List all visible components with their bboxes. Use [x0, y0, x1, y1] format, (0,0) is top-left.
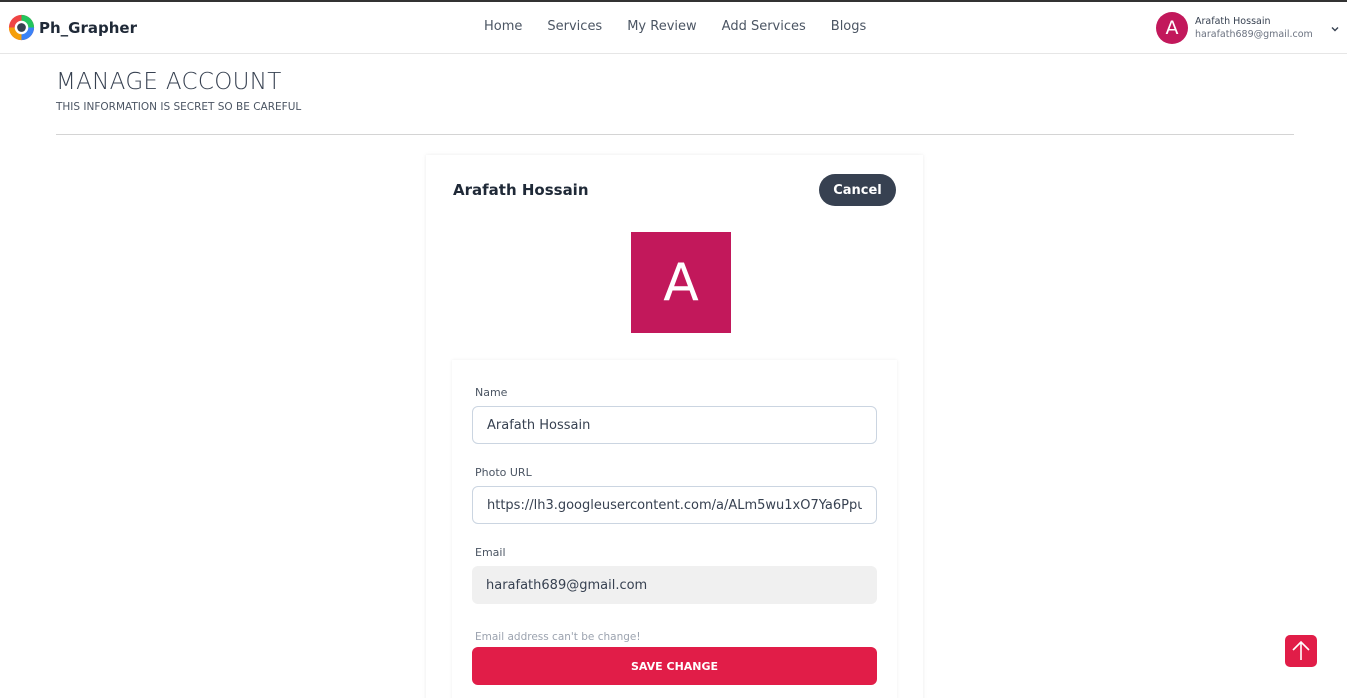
card-user-name: Arafath Hossain [453, 181, 589, 199]
navbar: Ph_Grapher Home Services My Review Add S… [0, 2, 1347, 54]
divider [56, 134, 1294, 135]
user-meta: Arafath Hossain harafath689@gmail.com [1195, 15, 1313, 41]
user-menu[interactable]: A Arafath Hossain harafath689@gmail.com [1156, 12, 1339, 44]
account-form: Name Photo URL Email Email address can't… [452, 360, 897, 698]
account-card: Arafath Hossain Cancel A Name Photo URL … [426, 155, 923, 698]
avatar[interactable]: A [1156, 12, 1188, 44]
nav-links: Home Services My Review Add Services Blo… [484, 19, 891, 34]
user-name: Arafath Hossain [1195, 16, 1271, 27]
nav-link-blogs[interactable]: Blogs [831, 19, 867, 34]
email-label: Email [475, 546, 506, 559]
nav-link-add-services[interactable]: Add Services [722, 19, 806, 34]
cancel-button[interactable]: Cancel [819, 174, 896, 206]
email-hint: Email address can't be change! [475, 631, 641, 643]
save-change-button[interactable]: SAVE CHANGE [472, 647, 877, 685]
page-subtitle: THIS INFORMATION IS SECRET SO BE CAREFUL [56, 101, 302, 113]
profile-avatar: A [631, 232, 731, 333]
scroll-to-top-button[interactable] [1285, 635, 1317, 667]
user-email: harafath689@gmail.com [1195, 29, 1313, 40]
chevron-down-icon[interactable] [1329, 23, 1341, 35]
photo-url-label: Photo URL [475, 466, 532, 479]
photo-url-input[interactable] [472, 486, 877, 524]
arrow-up-icon [1292, 640, 1310, 660]
email-field [472, 566, 877, 604]
name-input[interactable] [472, 406, 877, 444]
nav-link-home[interactable]: Home [484, 19, 522, 34]
nav-link-my-review[interactable]: My Review [627, 19, 696, 34]
brand-name: Ph_Grapher [39, 18, 137, 37]
page-title: MANAGE ACCOUNT [56, 69, 282, 95]
brand[interactable]: Ph_Grapher [7, 13, 137, 42]
nav-link-services[interactable]: Services [547, 19, 602, 34]
name-label: Name [475, 386, 508, 399]
camera-lens-icon [8, 14, 35, 41]
